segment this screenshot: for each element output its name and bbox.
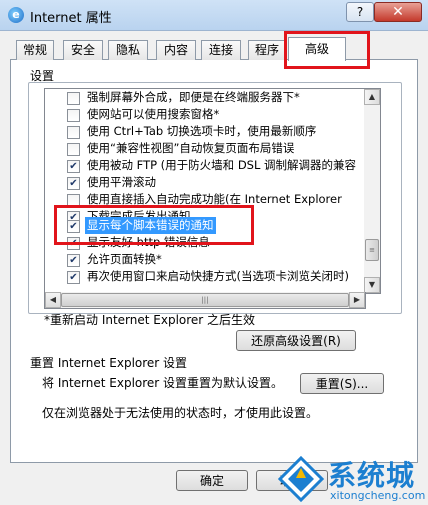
- checkbox-checked[interactable]: ✔: [67, 254, 80, 267]
- scroll-down-arrow-icon[interactable]: ▼: [364, 277, 380, 293]
- scroll-right-arrow-icon[interactable]: ▶: [349, 292, 365, 308]
- title-bar: e Internet 属性 ? ✕: [0, 0, 428, 31]
- watermark-title: 系统城: [328, 459, 416, 492]
- tab-security[interactable]: 安全: [63, 40, 103, 60]
- scroll-up-arrow-icon[interactable]: ▲: [364, 89, 380, 105]
- list-item-label: 使网站可以使用搜索窗格*: [87, 107, 220, 121]
- checkbox-checked[interactable]: ✔: [67, 177, 80, 190]
- reset-button[interactable]: 重置(S)...: [300, 373, 384, 394]
- restart-note: *重新启动 Internet Explorer 之后生效: [44, 313, 256, 327]
- internet-explorer-icon: e: [8, 7, 24, 23]
- ok-button[interactable]: 确定: [176, 470, 248, 491]
- scroll-left-arrow-icon[interactable]: ◀: [45, 292, 61, 308]
- tab-privacy[interactable]: 隐私: [108, 40, 148, 60]
- list-item-label: 使用“兼容性视图”自动恢复页面布局错误: [87, 141, 295, 155]
- list-item-label: 使用被动 FTP (用于防火墙和 DSL 调制解调器的兼容: [87, 158, 357, 172]
- watermark: 系统城 xitongcheng.com: [278, 454, 428, 505]
- horizontal-scroll-thumb[interactable]: |||: [61, 293, 349, 307]
- reset-section-title: 重置 Internet Explorer 设置: [30, 356, 188, 370]
- checkbox[interactable]: [67, 109, 80, 122]
- reset-note: 仅在浏览器处于无法使用的状态时，才使用此设置。: [42, 406, 319, 420]
- checkbox[interactable]: [67, 143, 80, 156]
- help-button[interactable]: ?: [346, 2, 374, 22]
- checkbox-checked[interactable]: ✔: [67, 271, 80, 284]
- tab-general[interactable]: 常规: [16, 40, 54, 60]
- list-item-label: 允许页面转换*: [87, 252, 162, 266]
- watermark-url: xitongcheng.com: [330, 489, 426, 502]
- list-item-label: 使用平滑滚动: [87, 175, 156, 189]
- reset-description: 将 Internet Explorer 设置重置为默认设置。: [42, 376, 284, 390]
- checkbox[interactable]: [67, 126, 80, 139]
- tab-advanced[interactable]: 高级: [288, 37, 346, 61]
- tab-content[interactable]: 内容: [156, 40, 196, 60]
- vertical-scrollbar[interactable]: ▲ ≡ ▼: [364, 88, 381, 294]
- restore-advanced-settings-button[interactable]: 还原高级设置(R): [236, 330, 356, 351]
- horizontal-scrollbar[interactable]: ◀ ||| ▶: [44, 292, 366, 309]
- checkbox-checked[interactable]: ✔: [67, 160, 80, 173]
- list-item-label: 使用 Ctrl+Tab 切换选项卡时，使用最新顺序: [87, 124, 317, 138]
- window-title: Internet 属性: [30, 11, 112, 26]
- tab-programs[interactable]: 程序: [248, 40, 286, 60]
- settings-list[interactable]: 强制屏幕外合成，即便是在终端服务器下* 使网站可以使用搜索窗格* 使用 Ctrl…: [44, 88, 366, 294]
- vertical-scroll-thumb[interactable]: ≡: [365, 239, 379, 261]
- settings-group-label: 设置: [30, 69, 55, 83]
- list-item-label: 再次使用窗口来启动快捷方式(当选项卡浏览关闭时): [87, 269, 349, 283]
- watermark-logo-icon: [278, 456, 324, 502]
- tab-connections[interactable]: 连接: [201, 40, 241, 60]
- checkbox[interactable]: [67, 92, 80, 105]
- highlight-box-script-error-option: [54, 205, 254, 245]
- list-item-label: 强制屏幕外合成，即便是在终端服务器下*: [87, 90, 300, 104]
- close-button[interactable]: ✕: [374, 2, 422, 22]
